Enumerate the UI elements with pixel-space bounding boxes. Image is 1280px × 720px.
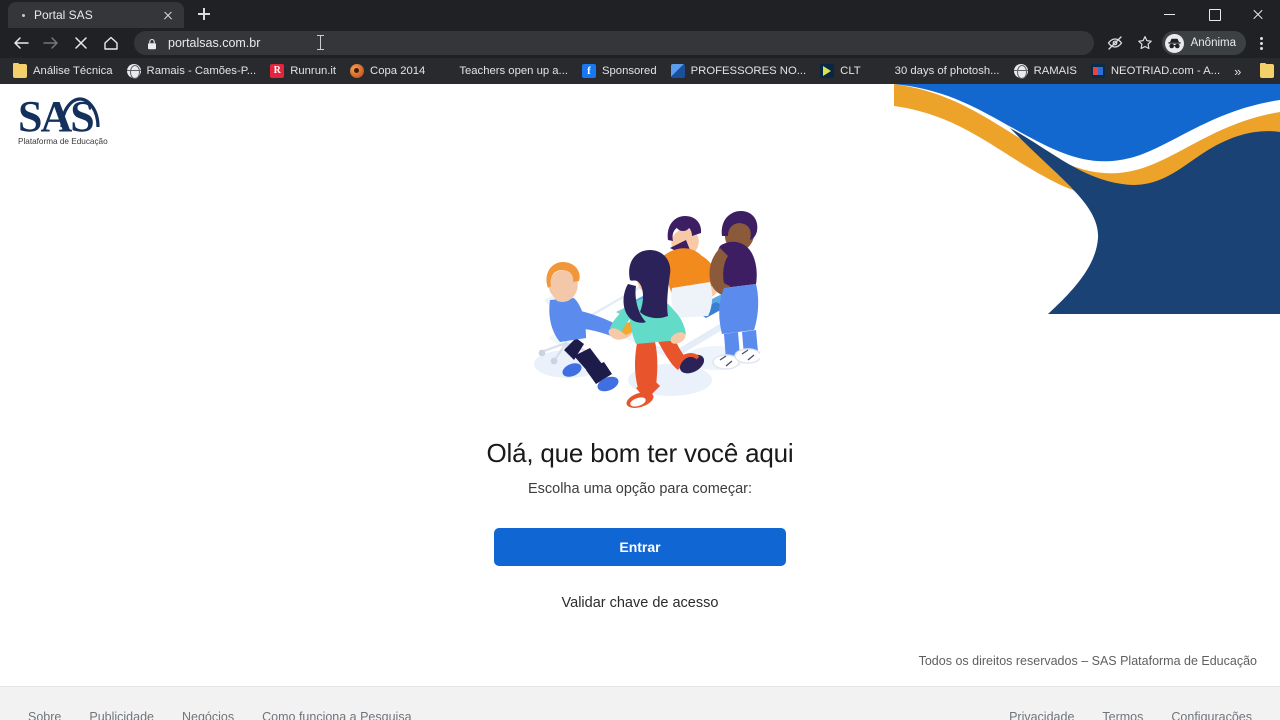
browser-window: Portal SAS portalsas.com.br Anônima Anál… <box>0 0 1280 720</box>
neotriad-icon <box>1090 64 1105 78</box>
people-around-table-illustration <box>534 211 760 408</box>
bookmark-label: Copa 2014 <box>370 65 426 77</box>
blank-icon <box>439 64 453 78</box>
address-bar[interactable]: portalsas.com.br <box>134 31 1094 55</box>
tab-title: Portal SAS <box>34 8 93 22</box>
bookmark-label: NEOTRIAD.com - A... <box>1110 65 1221 77</box>
google-footer: Sobre Publicidade Negócios Como funciona… <box>0 686 1280 720</box>
folder-icon <box>13 63 27 78</box>
bookmark-label: Sponsored <box>601 65 657 77</box>
bookmark-label: Análise Técnica <box>33 65 113 77</box>
page-viewport: SAS Plataforma de Educação Olá, que bom … <box>0 84 1280 720</box>
browser-toolbar: portalsas.com.br Anônima <box>0 28 1280 58</box>
tab-portal-sas[interactable]: Portal SAS <box>8 2 184 28</box>
window-close-icon[interactable] <box>1236 0 1280 28</box>
bookmark-item[interactable]: CLT <box>813 61 868 81</box>
bookmarks-overflow-button[interactable]: » <box>1227 64 1247 79</box>
ball-icon <box>350 64 365 78</box>
text-cursor-icon <box>317 35 324 50</box>
lock-icon <box>146 37 158 50</box>
new-tab-button[interactable] <box>190 0 218 28</box>
blank-icon <box>875 64 889 78</box>
bookmark-item[interactable]: R Runrun.it <box>263 61 343 81</box>
bookmark-label: PROFESSORES NO... <box>690 65 807 77</box>
bookmark-label: Runrun.it <box>290 65 337 77</box>
blue-doc-icon <box>670 64 685 78</box>
bookmark-item[interactable]: PROFESSORES NO... <box>664 61 814 81</box>
forward-icon <box>37 29 65 57</box>
footer-link[interactable]: Como funciona a Pesquisa <box>262 710 411 720</box>
url-text: portalsas.com.br <box>168 36 261 50</box>
minimize-icon[interactable] <box>1148 0 1192 28</box>
runrun-icon: R <box>270 64 285 78</box>
bookmark-item[interactable]: Teachers open up a... <box>432 61 575 81</box>
bookmark-label: CLT <box>840 65 861 77</box>
footer-link[interactable]: Publicidade <box>89 710 154 720</box>
bookmark-item[interactable]: Análise Técnica <box>6 61 120 81</box>
footer-link[interactable]: Privacidade <box>1009 710 1074 720</box>
google-footer-left: Sobre Publicidade Negócios Como funciona… <box>28 710 412 720</box>
tab-strip: Portal SAS <box>0 0 1280 28</box>
other-bookmarks-button[interactable]: Outros favoritos <box>1253 61 1280 81</box>
page-center-column: Olá, que bom ter você aqui Escolha uma o… <box>0 84 1280 611</box>
hero-illustration <box>0 188 1280 412</box>
globe-icon <box>126 64 141 79</box>
stop-loading-icon[interactable] <box>67 29 95 57</box>
validar-chave-link[interactable]: Validar chave de acesso <box>0 595 1280 611</box>
bookmark-label: Teachers open up a... <box>459 65 568 77</box>
bookmark-label: 30 days of photosh... <box>894 65 1000 77</box>
bookmark-item[interactable]: RAMAIS <box>1007 61 1084 81</box>
incognito-avatar-icon <box>1164 33 1184 53</box>
clt-icon <box>820 64 835 78</box>
copyright-text: Todos os direitos reservados – SAS Plata… <box>918 654 1257 668</box>
bookmark-item[interactable]: f Sponsored <box>575 61 664 81</box>
footer-link[interactable]: Termos <box>1102 710 1143 720</box>
entrar-button[interactable]: Entrar <box>494 528 786 566</box>
profile-incognito-button[interactable]: Anônima <box>1161 31 1246 55</box>
bookmark-star-icon[interactable] <box>1131 29 1159 57</box>
facebook-icon: f <box>581 64 596 78</box>
window-controls <box>1148 0 1280 28</box>
bookmarks-bar: Análise Técnica Ramais - Camões-P... R R… <box>0 58 1280 84</box>
toolbar-actions: Anônima <box>1100 29 1274 57</box>
footer-link[interactable]: Negócios <box>182 710 234 720</box>
bookmark-item[interactable]: 30 days of photosh... <box>868 61 1007 81</box>
folder-icon <box>1260 63 1275 78</box>
page-title: Olá, que bom ter você aqui <box>486 438 794 468</box>
page-subtitle: Escolha uma opção para começar: <box>527 481 753 497</box>
bookmark-label: RAMAIS <box>1033 65 1077 77</box>
cookies-blocked-icon[interactable] <box>1101 29 1129 57</box>
bookmark-item[interactable]: Ramais - Camões-P... <box>120 61 264 81</box>
tab-loading-icon <box>20 11 28 19</box>
chrome-menu-icon[interactable] <box>1248 29 1274 57</box>
maximize-icon[interactable] <box>1192 0 1236 28</box>
profile-label: Anônima <box>1190 37 1236 49</box>
back-icon[interactable] <box>7 29 35 57</box>
bookmark-item[interactable]: Copa 2014 <box>343 61 432 81</box>
home-icon[interactable] <box>97 29 125 57</box>
bookmark-label: Ramais - Camões-P... <box>146 65 257 77</box>
footer-link[interactable]: Sobre <box>28 710 61 720</box>
footer-link[interactable]: Configurações <box>1171 710 1252 720</box>
close-icon[interactable] <box>160 7 176 23</box>
google-footer-right: Privacidade Termos Configurações <box>1009 710 1252 720</box>
globe-icon <box>1013 64 1028 79</box>
bookmark-item[interactable]: NEOTRIAD.com - A... <box>1084 61 1227 81</box>
